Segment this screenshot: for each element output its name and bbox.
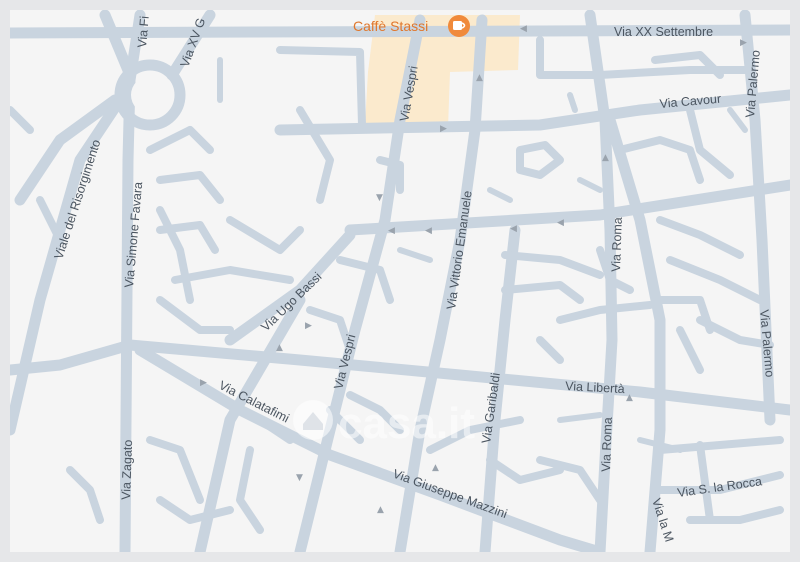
arrow-icon: ▼ [296, 473, 303, 483]
street-label: Via XX Settembre [614, 25, 713, 39]
arrow-icon: ▶ [740, 38, 747, 48]
street-label: Via Fi [135, 15, 152, 48]
watermark-text: casa.it [338, 399, 475, 448]
casa-logo-icon [293, 400, 333, 440]
arrow-icon: ◀ [510, 224, 517, 234]
arrow-icon: ◀ [425, 226, 432, 236]
coffee-cup-icon [448, 15, 470, 37]
arrow-icon: ▲ [602, 153, 609, 163]
street-label: Via XV G [178, 16, 209, 69]
map-view[interactable]: ◀ ▶ ▶ ◀ ◀ ◀ ◀ ▲ ▼ ▲ ▶ ▲ ▶ ▼ ▲ ▲ ▲ Caffè … [10, 10, 790, 552]
street-label: Via Palermo [757, 309, 777, 378]
arrow-icon: ▲ [626, 393, 633, 403]
watermark: casa.it [293, 399, 475, 448]
poi-caffe-stassi[interactable]: Caffè Stassi [353, 15, 470, 37]
arrow-icon: ▲ [276, 343, 283, 353]
arrow-icon: ▶ [305, 321, 312, 331]
arrow-icon: ◀ [388, 226, 395, 236]
poi-label: Caffè Stassi [353, 18, 428, 34]
arrow-icon: ▼ [376, 193, 383, 203]
arrow-icon: ◀ [520, 24, 527, 34]
street-label: Via Roma [599, 417, 615, 472]
map-canvas: ◀ ▶ ▶ ◀ ◀ ◀ ◀ ▲ ▼ ▲ ▶ ▲ ▶ ▼ ▲ ▲ ▲ Caffè … [10, 10, 790, 552]
street-label: Via Roma [609, 217, 625, 272]
arrow-icon: ▲ [377, 505, 384, 515]
street-label: Via Libertà [565, 379, 625, 396]
street-label: Via Vittorio Emanuele [444, 190, 475, 311]
arrow-icon: ▲ [432, 463, 439, 473]
street-label: Via Zagato [119, 439, 135, 500]
street-label: Via S. la Rocca [676, 474, 762, 500]
arrow-icon: ▲ [476, 73, 483, 83]
arrow-icon: ▶ [200, 378, 207, 388]
map-frame: ◀ ▶ ▶ ◀ ◀ ◀ ◀ ▲ ▼ ▲ ▶ ▲ ▶ ▼ ▲ ▲ ▲ Caffè … [0, 0, 800, 562]
arrow-icon: ◀ [557, 218, 564, 228]
arrow-icon: ▶ [440, 124, 447, 134]
